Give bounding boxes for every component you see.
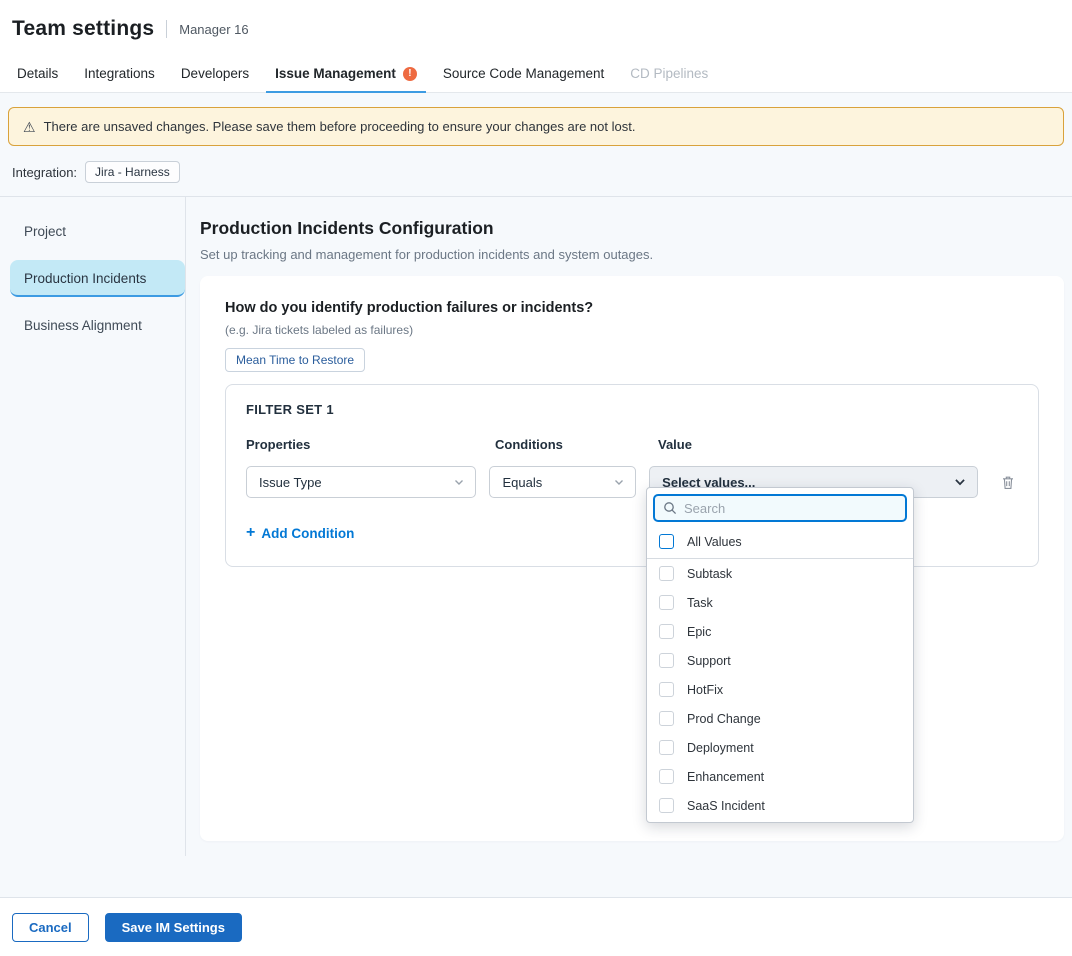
page-title: Team settings xyxy=(12,17,154,41)
metric-chip-mean-time-to-restore[interactable]: Mean Time to Restore xyxy=(225,348,365,372)
integration-row: Integration: Jira - Harness xyxy=(12,161,1060,183)
checkbox[interactable] xyxy=(659,595,674,610)
add-condition-button[interactable]: + Add Condition xyxy=(246,525,354,541)
plus-icon: + xyxy=(246,525,255,541)
properties-column-label: Properties xyxy=(246,437,482,452)
option-hotfix[interactable]: HotFix xyxy=(647,675,913,704)
section-subtitle: Set up tracking and management for produ… xyxy=(200,247,1064,262)
page-header: Team settings Manager 16 xyxy=(0,0,1072,56)
option-epic[interactable]: Epic xyxy=(647,617,913,646)
sidebar-item-production-incidents[interactable]: Production Incidents xyxy=(10,260,185,297)
main-panel: Production Incidents Configuration Set u… xyxy=(186,197,1072,856)
option-customer-notification[interactable]: Customer Notification xyxy=(647,820,913,823)
save-im-settings-button[interactable]: Save IM Settings xyxy=(105,913,242,942)
checkbox[interactable] xyxy=(659,769,674,784)
select-all-values-option[interactable]: All Values xyxy=(647,528,913,559)
checkbox[interactable] xyxy=(659,682,674,697)
option-task[interactable]: Task xyxy=(647,588,913,617)
content-spacer xyxy=(0,856,1072,897)
banner-text: There are unsaved changes. Please save t… xyxy=(44,119,636,134)
search-icon xyxy=(663,501,677,515)
condition-select[interactable]: Equals xyxy=(489,466,636,498)
integration-chip[interactable]: Jira - Harness xyxy=(85,161,180,183)
checkbox-all-values[interactable] xyxy=(659,534,674,549)
tab-issue-management[interactable]: Issue Management ! xyxy=(262,56,430,92)
option-subtask[interactable]: Subtask xyxy=(647,559,913,588)
sub-nav-sidebar: Project Production Incidents Business Al… xyxy=(0,197,186,856)
checkbox[interactable] xyxy=(659,740,674,755)
property-select[interactable]: Issue Type xyxy=(246,466,476,498)
integration-label: Integration: xyxy=(12,165,77,180)
footer-actions: Cancel Save IM Settings xyxy=(0,897,1072,956)
header-divider xyxy=(166,20,167,38)
tab-details[interactable]: Details xyxy=(4,56,71,92)
value-column-label: Value xyxy=(658,437,995,452)
sidebar-item-project[interactable]: Project xyxy=(10,213,185,250)
filter-set-title: FILTER SET 1 xyxy=(246,402,1018,417)
chevron-down-icon xyxy=(453,476,465,488)
dropdown-search-box xyxy=(653,494,907,522)
unsaved-changes-banner: ⚠ There are unsaved changes. Please save… xyxy=(8,107,1064,146)
option-saas-incident[interactable]: SaaS Incident xyxy=(647,791,913,820)
trash-icon xyxy=(1000,474,1016,491)
section-title: Production Incidents Configuration xyxy=(200,218,1064,239)
checkbox[interactable] xyxy=(659,711,674,726)
sidebar-item-business-alignment[interactable]: Business Alignment xyxy=(10,307,185,344)
chevron-down-icon xyxy=(953,475,967,489)
filter-column-labels: Properties Conditions Value xyxy=(246,437,1018,452)
option-enhancement[interactable]: Enhancement xyxy=(647,762,913,791)
tab-cd-pipelines: CD Pipelines xyxy=(617,56,721,92)
option-support[interactable]: Support xyxy=(647,646,913,675)
conditions-column-label: Conditions xyxy=(495,437,645,452)
value-dropdown-panel: All Values Subtask Task Epic Support Hot… xyxy=(646,487,914,823)
tab-source-code-management[interactable]: Source Code Management xyxy=(430,56,617,92)
dropdown-options-list: Subtask Task Epic Support HotFix Prod Ch… xyxy=(647,559,913,823)
unsaved-changes-badge-icon: ! xyxy=(403,67,417,81)
chevron-down-icon xyxy=(613,476,625,488)
team-settings-page: Team settings Manager 16 Details Integra… xyxy=(0,0,1072,956)
cancel-button[interactable]: Cancel xyxy=(12,913,89,942)
checkbox[interactable] xyxy=(659,624,674,639)
filter-set-1-box: FILTER SET 1 Properties Conditions Value… xyxy=(225,384,1039,567)
settings-tabbar: Details Integrations Developers Issue Ma… xyxy=(0,56,1072,93)
checkbox[interactable] xyxy=(659,798,674,813)
question-title: How do you identify production failures … xyxy=(225,300,1039,316)
search-input[interactable] xyxy=(684,501,897,516)
checkbox[interactable] xyxy=(659,653,674,668)
option-prod-change[interactable]: Prod Change xyxy=(647,704,913,733)
team-name-label: Manager 16 xyxy=(179,22,248,37)
tab-integrations[interactable]: Integrations xyxy=(71,56,168,92)
checkbox[interactable] xyxy=(659,566,674,581)
warning-icon: ⚠ xyxy=(23,120,36,134)
delete-condition-button[interactable] xyxy=(998,472,1018,493)
incidents-config-card: How do you identify production failures … xyxy=(200,276,1064,841)
question-hint: (e.g. Jira tickets labeled as failures) xyxy=(225,323,1039,337)
tab-developers[interactable]: Developers xyxy=(168,56,262,92)
option-deployment[interactable]: Deployment xyxy=(647,733,913,762)
